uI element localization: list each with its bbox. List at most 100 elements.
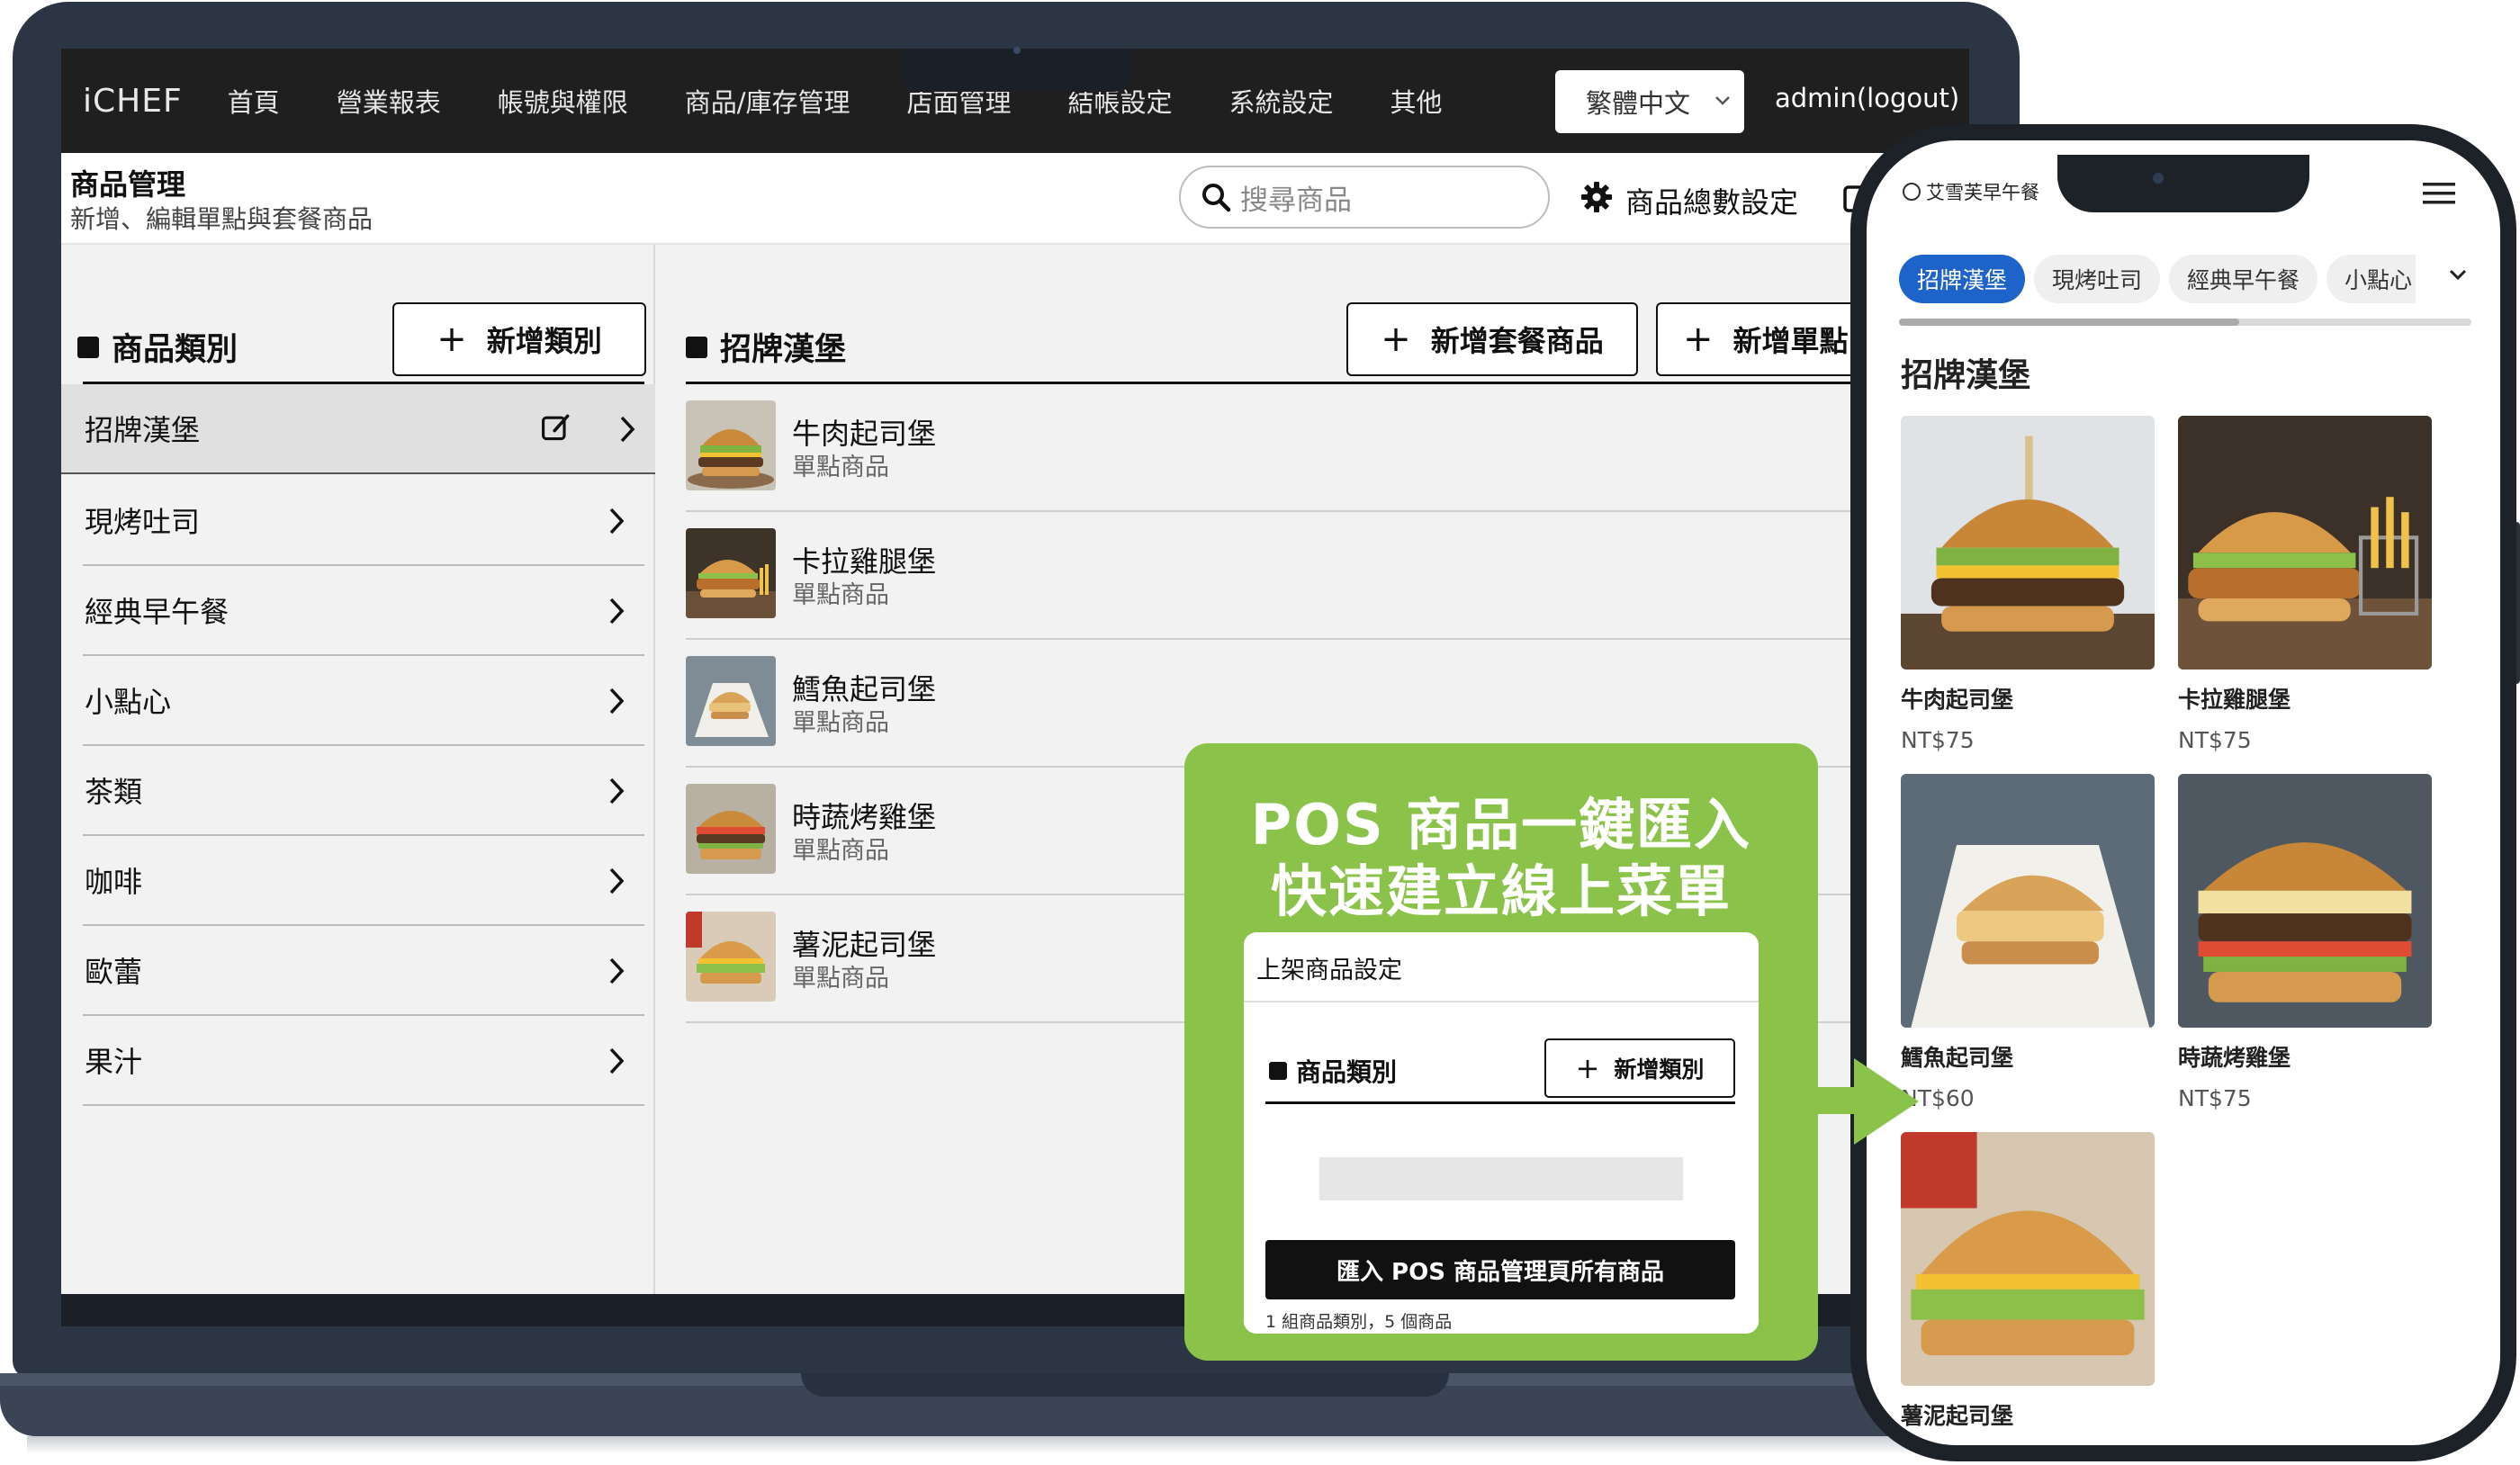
- product-row[interactable]: 牛肉起司堡 單點商品 $7: [686, 384, 1969, 512]
- language-value: 繁體中文: [1586, 88, 1691, 119]
- fried-chicken-burger-thumbnail: [686, 528, 776, 618]
- square-icon: [77, 336, 99, 358]
- menu-card-price: NT$75: [2178, 1085, 2252, 1111]
- menu-card-price: NT$75: [2178, 727, 2252, 753]
- callout-category-title: 商品類別: [1269, 1053, 1397, 1089]
- page-title: 商品管理: [70, 167, 186, 202]
- chevron-down-icon[interactable]: [2446, 263, 2470, 290]
- square-icon: [1269, 1062, 1287, 1080]
- category-item[interactable]: 招牌漢堡: [61, 384, 655, 474]
- fried-chicken-burger-photo: [2178, 416, 2432, 670]
- product-row[interactable]: 卡拉雞腿堡 單點商品 $7: [686, 512, 1969, 640]
- tab-toast[interactable]: 現烤吐司: [2034, 255, 2161, 303]
- search-input[interactable]: 搜尋商品: [1179, 166, 1550, 229]
- store-logo-icon: [1903, 183, 1921, 201]
- camera-icon: [2153, 173, 2164, 184]
- add-category-label: 新增類別: [486, 324, 602, 358]
- listing-settings-title: 上架商品設定: [1244, 932, 1759, 1002]
- chevron-right-icon: [607, 685, 626, 724]
- category-label: 果汁: [85, 1045, 143, 1079]
- category-item[interactable]: 現烤吐司: [83, 476, 644, 566]
- nav-item-system[interactable]: 系統設定: [1229, 82, 1334, 120]
- store-brand: 艾雪芙早午餐: [1903, 178, 2039, 205]
- camera-notch: [900, 49, 1134, 92]
- admin-logout-link[interactable]: admin(logout): [1775, 83, 1959, 113]
- chevron-right-icon: [607, 955, 626, 994]
- beef-cheeseburger-photo: [1901, 416, 2155, 670]
- product-type: 單點商品: [792, 837, 889, 865]
- menu-card[interactable]: 薯泥起司堡: [1901, 1132, 2155, 1431]
- menu-card-name: 牛肉起司堡: [1901, 687, 2014, 713]
- add-category-button[interactable]: + 新增類別: [392, 302, 646, 376]
- category-label: 小點心: [85, 685, 172, 719]
- nav-item-other[interactable]: 其他: [1390, 82, 1443, 120]
- menu-card[interactable]: 牛肉起司堡 NT$75: [1901, 416, 2155, 753]
- category-item[interactable]: 茶類: [83, 746, 644, 836]
- menu-card[interactable]: 卡拉雞腿堡 NT$75: [2178, 416, 2432, 753]
- chevron-right-icon: [607, 505, 626, 544]
- menu-card[interactable]: 時蔬烤雞堡 NT$75: [2178, 774, 2432, 1111]
- nav-item-accounts[interactable]: 帳號與權限: [498, 82, 628, 120]
- hamburger-menu-icon[interactable]: [2421, 180, 2457, 211]
- product-type: 單點商品: [792, 454, 889, 481]
- category-item[interactable]: 咖啡: [83, 836, 644, 926]
- mashed-potato-burger-photo: [1901, 1132, 2155, 1386]
- plus-icon: +: [1683, 319, 1714, 360]
- add-single-label: 新增單點: [1732, 324, 1849, 358]
- add-combo-label: 新增套餐商品: [1430, 324, 1604, 358]
- mashed-potato-burger-thumbnail: [686, 912, 776, 1002]
- search-icon: [1199, 180, 1235, 223]
- menu-card-price: NT$75: [1901, 727, 1975, 753]
- nav-item-reports[interactable]: 營業報表: [337, 82, 441, 120]
- beef-cheeseburger-thumbnail: [686, 400, 776, 490]
- category-item[interactable]: 小點心: [83, 656, 644, 746]
- fish-burger-thumbnail: [686, 656, 776, 746]
- chevron-down-icon: [1714, 88, 1732, 119]
- callout-category-label: 商品類別: [1296, 1057, 1398, 1087]
- page-header: 商品管理 新增、編輯單點與套餐商品 搜尋商品 商品總數設定: [61, 153, 1969, 245]
- product-type: 單點商品: [792, 581, 889, 609]
- menu-card-name: 卡拉雞腿堡: [2178, 687, 2291, 713]
- category-item[interactable]: 歐蕾: [83, 926, 644, 1016]
- edit-icon[interactable]: [540, 411, 572, 451]
- product-count-settings-button[interactable]: 商品總數設定: [1580, 180, 1798, 221]
- fish-burger-photo: [1901, 774, 2155, 1028]
- category-item[interactable]: 經典早午餐: [83, 566, 644, 656]
- callout-add-category-button[interactable]: + 新增類別: [1544, 1038, 1735, 1098]
- category-label: 經典早午餐: [85, 595, 230, 629]
- feature-callout: POS 商品一鍵匯入 快速建立線上菜單 上架商品設定 商品類別 + 新增類別 匯…: [1184, 743, 1818, 1361]
- product-type: 單點商品: [792, 709, 889, 737]
- grilled-chicken-burger-thumbnail: [686, 784, 776, 874]
- tab-scrollbar[interactable]: [1899, 319, 2471, 326]
- category-label: 歐蕾: [85, 955, 143, 989]
- stage: iCHEF 首頁 營業報表 帳號與權限 商品/庫存管理 店面管理 結帳設定 系統…: [0, 0, 2520, 1465]
- search-placeholder: 搜尋商品: [1240, 184, 1352, 217]
- language-select[interactable]: 繁體中文: [1555, 70, 1744, 133]
- tab-brunch[interactable]: 經典早午餐: [2169, 255, 2318, 303]
- store-name: 艾雪芙早午餐: [1926, 182, 2039, 203]
- placeholder-bar: [1319, 1157, 1683, 1200]
- product-count-settings-label: 商品總數設定: [1625, 185, 1799, 220]
- menu-card-name: 薯泥起司堡: [1901, 1403, 2014, 1429]
- callout-divider: [1265, 1101, 1735, 1104]
- laptop-hinge: [801, 1373, 1449, 1397]
- plus-icon: +: [436, 319, 467, 360]
- chevron-right-icon: [607, 775, 626, 814]
- chevron-right-icon: [607, 595, 626, 634]
- brand-logo[interactable]: iCHEF: [83, 83, 183, 120]
- tab-signature-burgers[interactable]: 招牌漢堡: [1899, 255, 2026, 303]
- chevron-right-icon: [617, 413, 637, 453]
- tab-scrollbar-thumb[interactable]: [1899, 319, 2239, 326]
- import-pos-products-button[interactable]: 匯入 POS 商品管理頁所有商品: [1265, 1240, 1735, 1299]
- listing-settings-card: 上架商品設定 商品類別 + 新增類別 匯入 POS 商品管理頁所有商品 1 組商…: [1244, 932, 1759, 1334]
- gear-icon: [1580, 181, 1613, 220]
- tab-snacks[interactable]: 小點心: [2326, 255, 2416, 303]
- product-type: 單點商品: [792, 965, 889, 993]
- nav-item-products[interactable]: 商品/庫存管理: [685, 82, 850, 120]
- add-combo-product-button[interactable]: + 新增套餐商品: [1346, 302, 1638, 376]
- nav-item-home[interactable]: 首頁: [228, 82, 280, 120]
- menu-card[interactable]: 鱈魚起司堡 NT$60: [1901, 774, 2155, 1111]
- category-label: 咖啡: [85, 865, 143, 899]
- category-item[interactable]: 果汁: [83, 1016, 644, 1106]
- import-summary-note: 1 組商品類別，5 個商品: [1265, 1312, 1453, 1332]
